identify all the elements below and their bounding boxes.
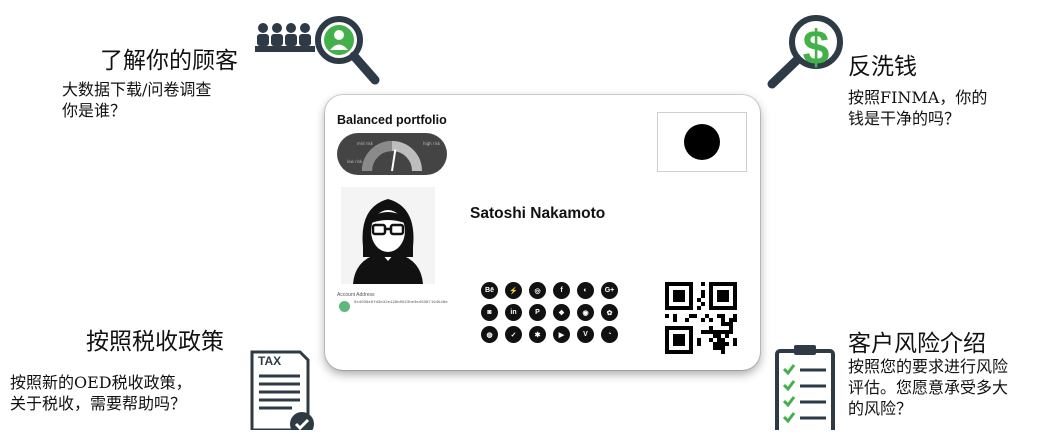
social-icon[interactable]: f — [553, 282, 570, 299]
risk-text: 按照您的要求进行风险 评估。您愿意承受多大 的风险？ — [848, 357, 1009, 418]
social-icon[interactable]: P — [529, 304, 546, 321]
social-icons: Bē ⚡ ◎ f ◐ G+ ◙ in P ❖ ◉ ✿ ◍ ✓ ✱ ▶ V ◔ — [481, 282, 626, 343]
svg-text:high risk: high risk — [423, 141, 441, 146]
social-icon[interactable]: ◙ — [481, 304, 498, 321]
social-icon[interactable]: ❖ — [553, 304, 570, 321]
kyc-text: 大数据下载/问卷调查 你是谁？ — [62, 80, 212, 120]
account-address-label: Account Address — [337, 292, 375, 298]
risk-checklist-icon — [774, 343, 838, 434]
tax-title: 按照税收政策 — [86, 329, 224, 355]
aml-title: 反洗钱 — [848, 54, 917, 80]
social-icon[interactable]: ▶ — [553, 326, 570, 343]
qr-code — [665, 282, 737, 358]
kyc-title: 了解你的顾客 — [100, 48, 238, 74]
tax-text: 按照新的OED税收政策， 关于税收，需要帮助吗？ — [10, 373, 192, 413]
svg-text:$: $ — [803, 22, 830, 75]
svg-text:mid risk: mid risk — [357, 141, 374, 146]
social-icon[interactable]: G+ — [601, 282, 618, 299]
social-icon[interactable]: V — [577, 326, 594, 343]
wallet-icon — [339, 301, 350, 312]
avatar — [341, 187, 435, 284]
card-title: Balanced portfolio — [337, 113, 447, 127]
kyc-people-search-icon — [255, 6, 380, 86]
risk-gauge: low risk high risk mid risk — [337, 133, 447, 175]
social-icon[interactable]: ⚡ — [505, 282, 522, 299]
social-icon[interactable]: ◐ — [577, 282, 594, 299]
tax-icon-label: TAX — [258, 354, 282, 368]
social-icon[interactable]: ◍ — [481, 326, 498, 343]
svg-text:low risk: low risk — [347, 159, 363, 164]
social-icon[interactable]: ◉ — [577, 304, 594, 321]
tax-document-icon: TAX — [250, 350, 320, 434]
account-address-value: 0x4039e9fd3b32e128b0023be3e46387194b48e — [354, 301, 448, 305]
profile-card: Balanced portfolio low risk high risk mi… — [325, 95, 760, 370]
aml-text: 按照FINMA，你的 钱是干净的吗？ — [848, 88, 988, 128]
social-icon[interactable]: ✓ — [505, 326, 522, 343]
risk-title: 客户风险介绍 — [848, 331, 986, 357]
social-icon[interactable]: ✿ — [601, 304, 618, 321]
holder-name: Satoshi Nakamoto — [470, 205, 606, 222]
social-icon[interactable]: Bē — [481, 282, 498, 299]
social-icon[interactable]: ✱ — [529, 326, 546, 343]
social-icon[interactable]: in — [505, 304, 522, 321]
flag-sun — [684, 124, 720, 160]
aml-dollar-search-icon: $ — [766, 12, 846, 92]
social-icon[interactable]: ◔ — [601, 326, 618, 343]
japan-flag — [657, 112, 747, 172]
social-icon[interactable]: ◎ — [529, 282, 546, 299]
